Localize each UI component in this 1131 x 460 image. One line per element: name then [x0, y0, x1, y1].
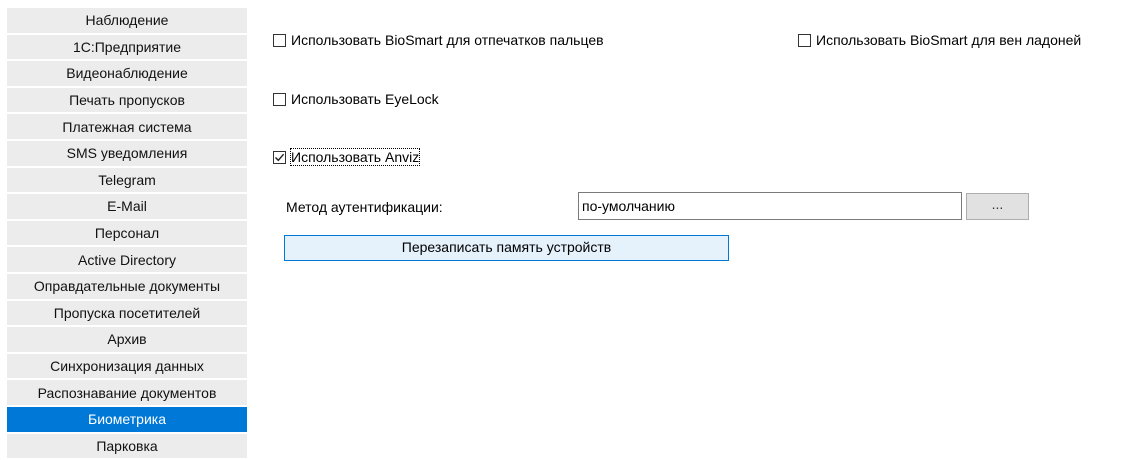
biosmart-fingerprint-checkbox[interactable]: Использовать BioSmart для отпечатков пал… [273, 32, 604, 48]
settings-sidebar: Наблюдение1С:ПредприятиеВидеонаблюдениеП… [7, 8, 247, 460]
auth-method-label: Метод аутентификации: [286, 199, 443, 215]
sidebar-item[interactable]: Парковка [7, 434, 247, 460]
sidebar-item[interactable]: Оправдательные документы [7, 274, 247, 301]
sidebar-item[interactable]: Active Directory [7, 247, 247, 274]
sidebar-item[interactable]: Видеонаблюдение [7, 61, 247, 88]
sidebar-item[interactable]: Telegram [7, 168, 247, 195]
eyelock-checkbox-label: Использовать EyeLock [291, 91, 439, 107]
rewrite-device-memory-button[interactable]: Перезаписать память устройств [284, 235, 729, 261]
checkmark-icon [274, 152, 285, 163]
auth-method-browse-button[interactable]: ... [966, 193, 1029, 220]
sidebar-item[interactable]: 1С:Предприятие [7, 35, 247, 62]
sidebar-item[interactable]: SMS уведомления [7, 141, 247, 168]
biosmart-palm-checkbox-label: Использовать BioSmart для вен ладоней [816, 32, 1081, 48]
eyelock-checkbox-box[interactable] [273, 93, 286, 106]
sidebar-item[interactable]: Платежная система [7, 114, 247, 141]
sidebar-item[interactable]: Наблюдение [7, 8, 247, 35]
anviz-checkbox[interactable]: Использовать Anviz [273, 149, 419, 165]
sidebar-item[interactable]: Печать пропусков [7, 88, 247, 115]
sidebar-item[interactable]: Пропуска посетителей [7, 301, 247, 328]
anviz-checkbox-label: Использовать Anviz [291, 149, 419, 165]
eyelock-checkbox[interactable]: Использовать EyeLock [273, 91, 439, 107]
sidebar-item[interactable]: Архив [7, 327, 247, 354]
biosmart-palm-checkbox-box[interactable] [798, 34, 811, 47]
sidebar-item[interactable]: Синхронизация данных [7, 354, 247, 381]
sidebar-item[interactable]: Биометрика [7, 407, 247, 434]
sidebar-item[interactable]: Распознавание документов [7, 380, 247, 407]
biosmart-palm-checkbox[interactable]: Использовать BioSmart для вен ладоней [798, 32, 1081, 48]
auth-method-input[interactable] [578, 192, 962, 220]
biosmart-fingerprint-checkbox-label: Использовать BioSmart для отпечатков пал… [291, 32, 604, 48]
sidebar-item[interactable]: E-Mail [7, 194, 247, 221]
biosmart-fingerprint-checkbox-box[interactable] [273, 34, 286, 47]
sidebar-item[interactable]: Персонал [7, 221, 247, 248]
anviz-checkbox-box[interactable] [273, 151, 286, 164]
